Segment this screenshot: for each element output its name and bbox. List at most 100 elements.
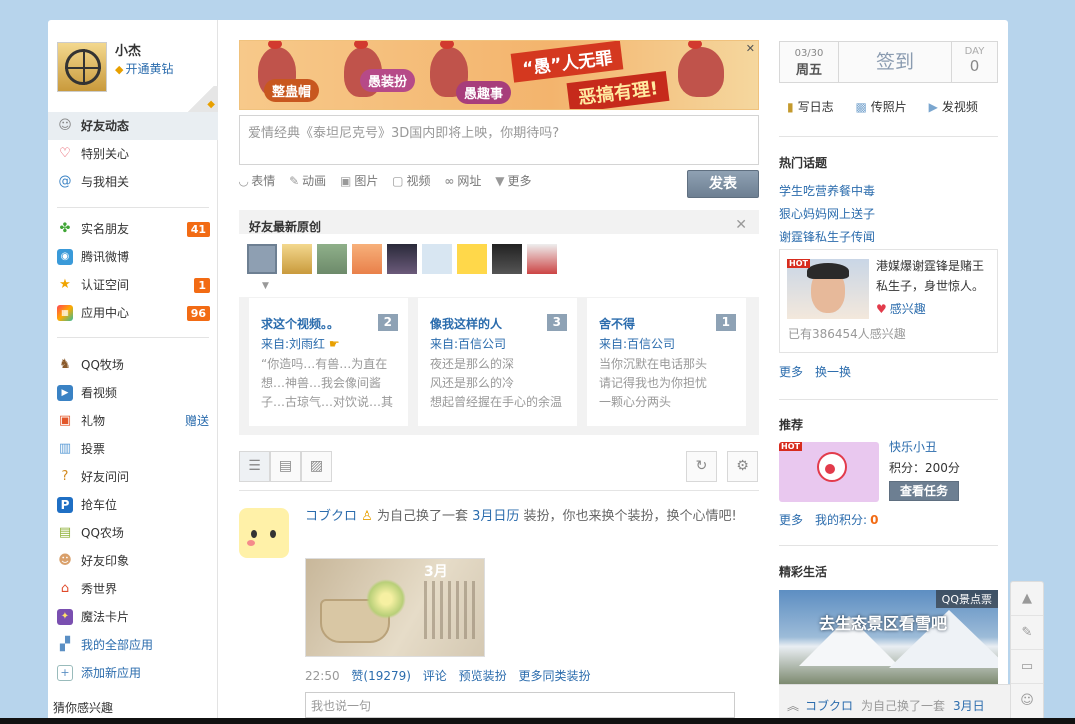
original-card[interactable]: 舍不得 1 来自:百信公司 当你沉默在电话那头 请记得我也为你担忧 一颗心分两头 xyxy=(587,298,746,426)
nav-item-parking[interactable]: P 抢车位 xyxy=(48,491,218,519)
feed-author[interactable]: コブクロ xyxy=(305,509,357,524)
house-icon: ⌂ xyxy=(60,581,70,596)
feedback-icon[interactable]: ✎ xyxy=(1011,616,1043,650)
view-task-button[interactable]: 查看任务 xyxy=(889,481,959,501)
nav-item-all-apps[interactable]: ▞ 我的全部应用 xyxy=(48,631,218,659)
my-score-link[interactable]: 我的积分: 0 xyxy=(815,513,878,527)
image-tool[interactable]: ▣ 图片 xyxy=(340,172,378,189)
avatar[interactable] xyxy=(527,244,557,274)
refresh-icon[interactable]: ↻ xyxy=(686,451,717,482)
avatar[interactable] xyxy=(57,42,107,92)
smile-icon: ◡ xyxy=(239,174,249,188)
refresh-link[interactable]: 换一换 xyxy=(815,365,851,379)
original-card[interactable]: 求这个视频。。 2 来自:刘雨红 ☛ “你造吗…有兽…为直在 想…神兽…我会像间酱… xyxy=(249,298,408,426)
avatar[interactable] xyxy=(247,244,277,274)
photo-view-icon[interactable]: ▨ xyxy=(301,451,332,482)
upload-photo-link[interactable]: ▩ 传照片 xyxy=(855,98,906,115)
avatar[interactable] xyxy=(352,244,382,274)
write-diary-link[interactable]: ▮ 写日志 xyxy=(787,98,834,115)
topic-photo[interactable] xyxy=(787,259,869,319)
link-icon: ∞ xyxy=(444,174,455,188)
gear-icon[interactable]: ⚙ xyxy=(727,451,758,482)
post-button[interactable]: 发表 xyxy=(687,170,759,198)
ticker-link[interactable]: 3月日 xyxy=(953,699,985,713)
card-source[interactable]: 来自:百信公司 xyxy=(599,335,675,352)
window-icon[interactable]: ▭ xyxy=(1011,650,1043,684)
card-title[interactable]: 求这个视频。。 xyxy=(261,315,339,332)
original-card[interactable]: 像我这样的人 3 来自:百信公司 夜还是那么的深 风还是那么的冷 想起曾经握在手心的… xyxy=(418,298,577,426)
page-curl-corner[interactable]: ◆ xyxy=(184,86,218,112)
nav-item-add-app[interactable]: + 添加新应用 xyxy=(48,659,218,687)
checkin-button[interactable]: 签到 xyxy=(839,42,951,82)
nav-item-gift[interactable]: ▣ 礼物 赠送 xyxy=(48,407,218,435)
vip-link[interactable]: ◆ 开通黄钻 xyxy=(115,60,173,77)
card-source[interactable]: 来自:刘雨红 ☛ xyxy=(261,335,340,352)
comment-link[interactable]: 评论 xyxy=(423,669,447,683)
recommend-app-name[interactable]: 快乐小丑 xyxy=(889,438,937,455)
card-title[interactable]: 舍不得 xyxy=(599,315,635,332)
nav-item-vote[interactable]: ▥ 投票 xyxy=(48,435,218,463)
recommend-title: 推荐 xyxy=(779,418,804,432)
avatar[interactable] xyxy=(422,244,452,274)
date-text: 03/30 xyxy=(794,48,824,59)
nav-item-real-name-friends[interactable]: ✤ 实名朋友 41 xyxy=(48,215,218,243)
like-link[interactable]: 赞(19279) xyxy=(351,669,411,683)
nav-item-related-to-me[interactable]: @ 与我相关 xyxy=(48,168,218,196)
card-view-icon[interactable]: ▤ xyxy=(270,451,301,482)
avatar[interactable] xyxy=(457,244,487,274)
close-icon[interactable]: ✕ xyxy=(735,217,747,233)
interested-button[interactable]: ♥ 感兴趣 xyxy=(876,300,926,317)
nav-item-special-care[interactable]: ♡ 特别关心 xyxy=(48,140,218,168)
close-icon[interactable]: ✕ xyxy=(746,42,755,55)
user-name[interactable]: 小杰 xyxy=(115,40,141,59)
nav-item-qq-farm[interactable]: ▤ QQ农场 xyxy=(48,519,218,547)
promo-banner[interactable]: 整蛊帽 愚装扮 愚趣事 “愚”人无罪 恶搞有理! ✕ xyxy=(239,40,759,110)
avatar[interactable] xyxy=(317,244,347,274)
avatar[interactable] xyxy=(492,244,522,274)
skin-preview-image[interactable]: 3月 xyxy=(305,558,485,657)
preview-skin-link[interactable]: 预览装扮 xyxy=(459,669,507,683)
clown-app-image[interactable]: HOT xyxy=(779,442,879,502)
topic-link[interactable]: 学生吃营养餐中毒 xyxy=(779,180,875,203)
list-view-icon[interactable]: ☰ xyxy=(239,451,270,482)
back-to-top-icon[interactable]: ▲ xyxy=(1011,582,1043,616)
my-score-value: 0 xyxy=(870,513,879,527)
avatar[interactable] xyxy=(387,244,417,274)
chevron-up-icon[interactable]: ︽ xyxy=(787,699,799,713)
nav-item-friend-impression[interactable]: ☻ 好友印象 xyxy=(48,547,218,575)
more-link[interactable]: 更多 xyxy=(779,513,803,527)
nav-item-certified-space[interactable]: ★ 认证空间 1 xyxy=(48,271,218,299)
nav-item-friend-question[interactable]: ? 好友问问 xyxy=(48,463,218,491)
link-tool[interactable]: ∞ 网址 xyxy=(444,172,481,189)
nav-item-friends-feed[interactable]: ☺ 好友动态 xyxy=(48,112,218,140)
card-title[interactable]: 像我这样的人 xyxy=(430,315,502,332)
avatar[interactable] xyxy=(239,508,289,558)
more-skins-link[interactable]: 更多同类装扮 xyxy=(518,669,590,683)
card-source[interactable]: 来自:百信公司 xyxy=(430,335,506,352)
emoji-tool[interactable]: ◡ 表情 xyxy=(239,172,275,189)
avatar[interactable] xyxy=(282,244,312,274)
nav-item-app-center[interactable]: ▦ 应用中心 96 xyxy=(48,299,218,327)
topic-link[interactable]: 狠心妈妈网上送子 xyxy=(779,203,875,226)
comment-input[interactable]: 我也说一句 xyxy=(305,692,735,718)
ranch-icon: ♞ xyxy=(59,357,71,372)
post-video-link[interactable]: ▶ 发视频 xyxy=(929,98,978,115)
send-gift-link[interactable]: 赠送 xyxy=(185,407,209,435)
video-tool[interactable]: ▢ 视频 xyxy=(392,172,430,189)
nav-item-qq-ranch[interactable]: ♞ QQ牧场 xyxy=(48,351,218,379)
ticker-author[interactable]: コブクロ xyxy=(805,699,853,713)
vote-icon: ▥ xyxy=(58,441,72,456)
calendar-link[interactable]: 3月日历 xyxy=(472,509,519,524)
nav-item-tencent-weibo[interactable]: ◉ 腾讯微博 xyxy=(48,243,218,271)
nav-item-show-world[interactable]: ⌂ 秀世界 xyxy=(48,575,218,603)
topic-link[interactable]: 谢霆锋私生子传闻 xyxy=(779,226,875,249)
contacts-icon[interactable]: ☺ xyxy=(1011,684,1043,718)
nav-item-watch-video[interactable]: ▶ 看视频 xyxy=(48,379,218,407)
divider xyxy=(779,399,998,400)
animation-tool[interactable]: ✎ 动画 xyxy=(289,172,326,189)
more-link[interactable]: 更多 xyxy=(779,365,803,379)
more-tool[interactable]: ▼ 更多 xyxy=(495,172,531,189)
status-input[interactable]: 爱情经典《泰坦尼克号》3D国内即将上映，你期待吗? xyxy=(239,115,759,165)
snow-scenery-banner[interactable]: QQ景点票 去生态景区看雪吧 xyxy=(779,590,998,684)
nav-item-magic-card[interactable]: ✦ 魔法卡片 xyxy=(48,603,218,631)
